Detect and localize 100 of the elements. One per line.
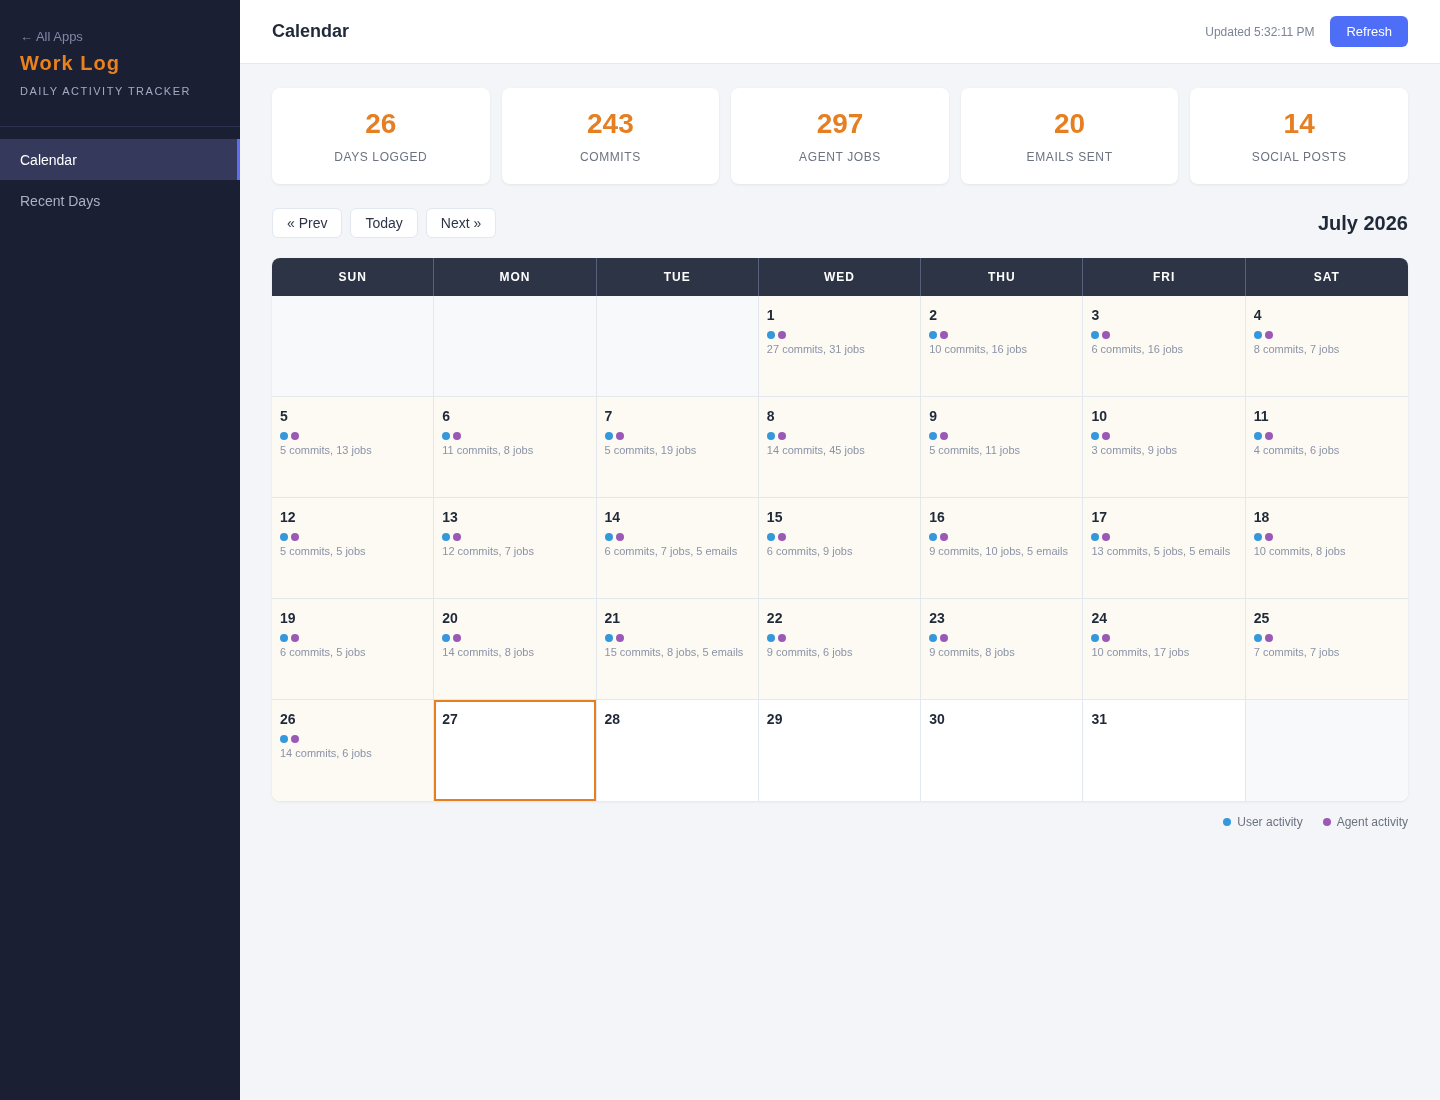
day-summary: 8 commits, 7 jobs xyxy=(1253,342,1340,356)
day-summary: 10 commits, 16 jobs xyxy=(929,342,1027,356)
day-number: 7 xyxy=(604,407,613,425)
day-cell[interactable]: 11 4 commits, 6 jobs xyxy=(1245,397,1408,498)
day-summary: 9 commits, 8 jobs xyxy=(929,645,1015,659)
day-number: 22 xyxy=(766,609,783,627)
day-number: 24 xyxy=(1091,609,1107,627)
day-number: 29 xyxy=(766,710,783,728)
updated-timestamp: Updated 5:32:11 PM xyxy=(1205,24,1315,39)
day-summary: 5 commits, 19 jobs xyxy=(604,443,697,457)
day-cell[interactable]: 5 5 commits, 13 jobs xyxy=(272,397,435,498)
stat-value: 20 xyxy=(1054,108,1086,140)
day-cell[interactable]: 6 11 commits, 8 jobs xyxy=(434,397,597,498)
day-cell[interactable]: 27 xyxy=(434,700,597,801)
day-summary: 4 commits, 6 jobs xyxy=(1253,443,1340,457)
day-number: 16 xyxy=(929,508,945,526)
stat-value: 14 xyxy=(1283,108,1315,140)
day-cell[interactable]: 12 5 commits, 5 jobs xyxy=(272,498,435,599)
nav-button[interactable]: « Prev xyxy=(272,208,343,238)
day-summary: 5 commits, 13 jobs xyxy=(280,443,372,457)
day-cell[interactable]: 25 7 commits, 7 jobs xyxy=(1245,599,1408,700)
day-summary: 9 commits, 10 jobs, 5 emails xyxy=(929,544,1068,558)
legend-label: Agent activity xyxy=(1336,815,1408,829)
day-number: 25 xyxy=(1253,609,1270,627)
day-cell[interactable]: 21 15 commits, 8 jobs, 5 emails xyxy=(596,599,759,700)
day-cell[interactable]: 14 6 commits, 7 jobs, 5 emails xyxy=(596,498,759,599)
day-cell[interactable]: 30 xyxy=(921,700,1084,801)
day-number: 10 xyxy=(1091,407,1107,425)
day-cell[interactable]: 4 8 commits, 7 jobs xyxy=(1245,296,1408,397)
day-cell[interactable]: 15 6 commits, 9 jobs xyxy=(758,498,922,599)
day-cell[interactable]: 8 14 commits, 45 jobs xyxy=(758,397,922,498)
day-number: 14 xyxy=(604,508,621,526)
day-cell[interactable]: 9 5 commits, 11 jobs xyxy=(921,397,1084,498)
day-cell[interactable]: 13 12 commits, 7 jobs xyxy=(434,498,597,599)
day-number: 15 xyxy=(766,508,783,526)
page-title: Calendar xyxy=(272,21,350,42)
day-summary: 9 commits, 6 jobs xyxy=(766,645,853,659)
day-cell[interactable]: 31 xyxy=(1083,700,1246,801)
day-summary: 5 commits, 5 jobs xyxy=(280,544,366,558)
day-summary: 14 commits, 6 jobs xyxy=(280,746,372,760)
day-summary: 12 commits, 7 jobs xyxy=(442,544,534,558)
month-title: July 2026 xyxy=(1317,211,1408,235)
day-cell[interactable]: 20 14 commits, 8 jobs xyxy=(434,599,597,700)
day-number: 26 xyxy=(280,710,296,728)
day-number: 5 xyxy=(280,407,288,425)
sidebar-nav-item[interactable]: Recent Days xyxy=(0,180,240,221)
day-cell[interactable]: 28 xyxy=(596,700,759,801)
day-number: 21 xyxy=(604,609,621,627)
nav-button[interactable]: Next » xyxy=(425,208,497,238)
day-cell[interactable]: 10 3 commits, 9 jobs xyxy=(1083,397,1246,498)
legend-label: User activity xyxy=(1237,815,1303,829)
day-summary: 11 commits, 8 jobs xyxy=(442,443,534,457)
weekday-header: WED xyxy=(758,258,922,296)
stat-label: DAYS LOGGED xyxy=(334,150,428,164)
stat-value: 26 xyxy=(365,108,397,140)
day-summary: 3 commits, 9 jobs xyxy=(1091,443,1177,457)
weekday-header: SAT xyxy=(1245,258,1408,296)
sidebar-nav-item[interactable]: Calendar xyxy=(0,139,240,180)
day-summary: 14 commits, 45 jobs xyxy=(766,443,865,457)
day-number: 4 xyxy=(1253,306,1262,324)
day-cell[interactable]: 22 9 commits, 6 jobs xyxy=(758,599,922,700)
day-number: 2 xyxy=(929,306,937,324)
day-summary: 6 commits, 7 jobs, 5 emails xyxy=(604,544,738,558)
stat-value: 297 xyxy=(816,108,864,140)
day-cell[interactable]: 19 6 commits, 5 jobs xyxy=(272,599,435,700)
day-number: 9 xyxy=(929,407,937,425)
day-summary: 7 commits, 7 jobs xyxy=(1253,645,1340,659)
day-summary: 10 commits, 17 jobs xyxy=(1091,645,1190,659)
day-cell[interactable]: 23 9 commits, 8 jobs xyxy=(921,599,1084,700)
refresh-button[interactable]: Refresh xyxy=(1330,16,1408,47)
day-number: 19 xyxy=(280,609,296,627)
day-summary: 6 commits, 9 jobs xyxy=(766,544,853,558)
day-cell[interactable]: 29 xyxy=(758,700,922,801)
stat-label: EMAILS SENT xyxy=(1026,150,1113,164)
day-cell[interactable]: 24 10 commits, 17 jobs xyxy=(1083,599,1246,700)
stat-value: 243 xyxy=(587,108,634,140)
day-cell[interactable]: 18 10 commits, 8 jobs xyxy=(1245,498,1408,599)
day-cell[interactable]: 2 10 commits, 16 jobs xyxy=(921,296,1084,397)
day-summary: 13 commits, 5 jobs, 5 emails xyxy=(1091,544,1231,558)
day-number: 12 xyxy=(280,508,296,526)
day-cell[interactable]: 3 6 commits, 16 jobs xyxy=(1083,296,1246,397)
day-number: 11 xyxy=(1253,407,1269,425)
day-summary: 6 commits, 5 jobs xyxy=(280,645,366,659)
day-number: 20 xyxy=(442,609,458,627)
day-number: 1 xyxy=(766,306,775,324)
day-cell[interactable]: 17 13 commits, 5 jobs, 5 emails xyxy=(1083,498,1246,599)
weekday-header: TUE xyxy=(596,258,759,296)
day-number: 17 xyxy=(1091,508,1107,526)
day-number: 6 xyxy=(442,407,451,425)
day-cell[interactable]: 1 27 commits, 31 jobs xyxy=(758,296,922,397)
stat-label: SOCIAL POSTS xyxy=(1251,150,1347,164)
day-cell[interactable]: 7 5 commits, 19 jobs xyxy=(596,397,759,498)
back-link[interactable]: ← All Apps xyxy=(20,29,83,45)
day-cell[interactable]: 26 14 commits, 6 jobs xyxy=(272,700,435,801)
day-summary: 15 commits, 8 jobs, 5 emails xyxy=(604,645,744,659)
day-cell[interactable]: 16 9 commits, 10 jobs, 5 emails xyxy=(921,498,1084,599)
weekday-header: SUN xyxy=(272,258,435,296)
day-number: 27 xyxy=(442,710,458,728)
nav-button[interactable]: Today xyxy=(350,208,418,238)
day-number: 31 xyxy=(1091,710,1107,728)
